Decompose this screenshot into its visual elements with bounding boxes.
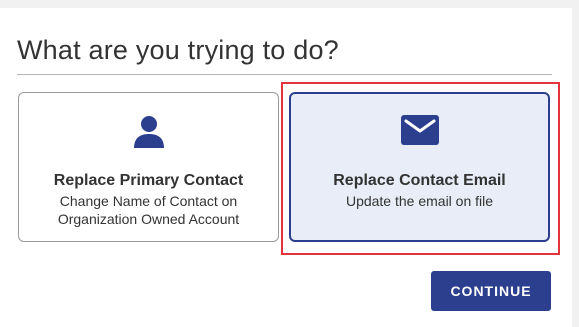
page-title: What are you trying to do? xyxy=(17,35,339,65)
title-divider xyxy=(17,74,552,75)
continue-button[interactable]: CONTINUE xyxy=(431,271,551,311)
option-title: Replace Contact Email xyxy=(333,172,506,189)
option-replace-primary-contact[interactable]: Replace Primary Contact Change Name of C… xyxy=(18,92,279,242)
person-icon xyxy=(19,115,278,149)
option-replace-contact-email[interactable]: Replace Contact Email Update the email o… xyxy=(289,92,550,242)
envelope-icon xyxy=(291,115,548,149)
option-description: Change Name of Contact on Organization O… xyxy=(57,193,240,227)
option-title: Replace Primary Contact xyxy=(53,172,244,189)
option-description: Update the email on file xyxy=(345,193,494,209)
